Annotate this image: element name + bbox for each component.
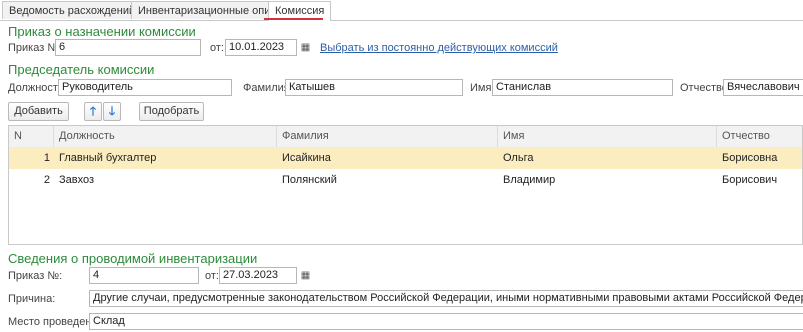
arrow-down-icon[interactable]: 🡓 — [103, 102, 121, 121]
cell-surname: Полянский — [282, 174, 337, 186]
order-no-field[interactable]: 6 — [55, 39, 201, 56]
cell-n: 1 — [43, 152, 50, 164]
column-header-patronymic[interactable]: Отчество — [717, 126, 803, 147]
chairman-patronymic-field[interactable]: Вячеславович — [723, 79, 803, 96]
inventory-section-title: Сведения о проводимой инвентаризации — [8, 251, 258, 266]
reason-label: Причина: — [8, 293, 56, 305]
column-header-position[interactable]: Должность — [54, 126, 277, 147]
cell-name: Ольга — [503, 152, 534, 164]
chairman-position-field[interactable]: Руководитель — [58, 79, 232, 96]
table-header: N Должность Фамилия Имя Отчество — [9, 126, 802, 148]
inventory-order-no-label: Приказ №: — [8, 270, 63, 282]
cell-patronymic: Борисовна — [722, 152, 778, 164]
chairman-section-title: Председатель комиссии — [8, 62, 155, 77]
chairman-name-field[interactable]: Станислав — [492, 79, 673, 96]
order-date-field[interactable]: 10.01.2023 — [225, 39, 297, 56]
reason-field[interactable]: Другие случаи, предусмотренные законодат… — [89, 290, 803, 307]
calendar-icon[interactable]: ▦ — [299, 269, 312, 282]
calendar-icon[interactable]: ▦ — [299, 41, 312, 54]
table-row[interactable]: 1 Главный бухгалтер Исайкина Ольга Борис… — [9, 147, 802, 169]
arrow-up-icon[interactable]: 🡑 — [84, 102, 102, 121]
inventory-date-label: от: — [205, 270, 219, 282]
commission-members-table[interactable]: N Должность Фамилия Имя Отчество 1 Главн… — [8, 125, 803, 245]
column-header-surname[interactable]: Фамилия — [277, 126, 498, 147]
cell-surname: Исайкина — [282, 152, 331, 164]
cell-position: Главный бухгалтер — [59, 152, 157, 164]
tab-bar: Ведомость расхождений (1) Инвентаризацио… — [0, 0, 803, 21]
chairman-name-label: Имя: — [470, 82, 495, 94]
select-permanent-commission-link[interactable]: Выбрать из постоянно действующих комисси… — [320, 42, 558, 54]
inventory-date-field[interactable]: 27.03.2023 — [219, 267, 297, 284]
cell-name: Владимир — [503, 174, 556, 186]
add-button[interactable]: Добавить — [8, 102, 69, 121]
inventory-order-no-field[interactable]: 4 — [89, 267, 199, 284]
table-row[interactable]: 2 Завхоз Полянский Владимир Борисович — [9, 169, 802, 191]
place-field[interactable]: Склад — [89, 313, 803, 330]
order-date-label: от: — [210, 42, 224, 54]
cell-position: Завхоз — [59, 174, 95, 186]
chairman-surname-field[interactable]: Катышев — [285, 79, 463, 96]
cell-n: 2 — [43, 174, 50, 186]
column-header-n[interactable]: N — [9, 126, 54, 147]
pick-button[interactable]: Подобрать — [139, 102, 204, 121]
column-header-name[interactable]: Имя — [498, 126, 717, 147]
active-tab-indicator — [264, 18, 323, 20]
cell-patronymic: Борисович — [722, 174, 778, 186]
order-section-title: Приказ о назначении комиссии — [8, 24, 196, 39]
